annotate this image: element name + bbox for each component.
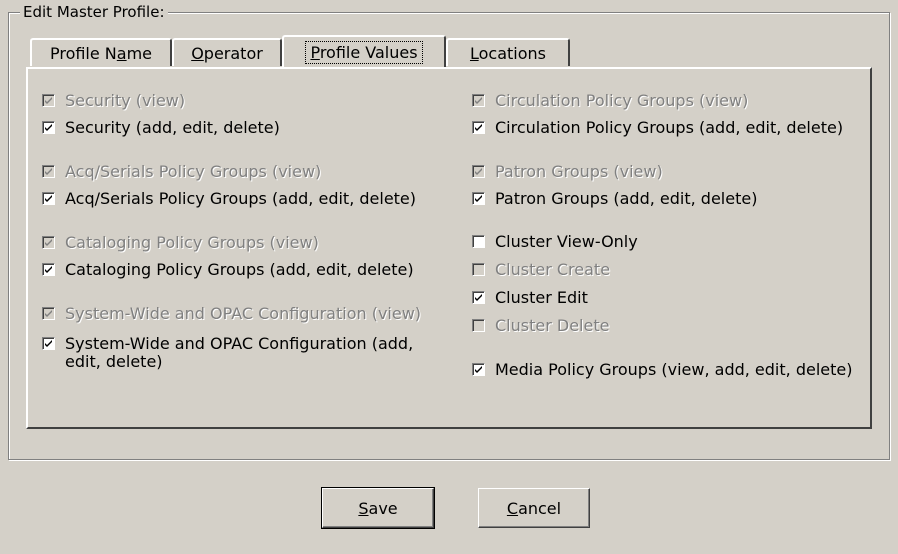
checkbox-cluster-edit[interactable]: Cluster Edit bbox=[472, 289, 588, 307]
checkbox-label: Cluster Delete bbox=[495, 316, 610, 335]
checkbox-security-add-edit-delete[interactable]: Security (add, edit, delete) bbox=[42, 119, 280, 137]
checkbox-label: Media Policy Groups (view, add, edit, de… bbox=[495, 360, 853, 379]
checkbox-patron-groups-view: Patron Groups (view) bbox=[472, 163, 663, 181]
checkbox-label: Circulation Policy Groups (view) bbox=[495, 91, 749, 110]
checkbox-label-line2: edit, delete) bbox=[65, 352, 163, 371]
checkbox-box[interactable] bbox=[42, 337, 55, 350]
checkmark-icon bbox=[475, 124, 482, 131]
checkmark-icon bbox=[475, 168, 482, 175]
checkmark-icon bbox=[45, 310, 52, 317]
checkbox-label: Patron Groups (add, edit, delete) bbox=[495, 189, 758, 208]
checkbox-system-wide-and-opac-configuration-add-edit-delete[interactable]: System-Wide and OPAC Configuration (add,… bbox=[42, 335, 413, 371]
checkbox-box bbox=[42, 94, 55, 107]
checkbox-cluster-delete: Cluster Delete bbox=[472, 317, 609, 335]
checkbox-label: Cluster View-Only bbox=[495, 232, 638, 251]
checkmark-icon bbox=[475, 294, 482, 301]
checkbox-label: Cataloging Policy Groups (add, edit, del… bbox=[65, 260, 414, 279]
checkbox-label: Acq/Serials Policy Groups (view) bbox=[65, 162, 322, 181]
checkbox-label: System-Wide and OPAC Configuration (add,… bbox=[65, 335, 413, 371]
checkbox-circulation-policy-groups-view: Circulation Policy Groups (view) bbox=[472, 92, 748, 110]
save-button[interactable]: Save bbox=[321, 487, 435, 529]
checkbox-cataloging-policy-groups-add-edit-delete[interactable]: Cataloging Policy Groups (add, edit, del… bbox=[42, 261, 414, 279]
tab-locations[interactable]: Locations bbox=[446, 38, 570, 66]
tab-profile-values[interactable]: Profile Values bbox=[282, 35, 446, 67]
checkbox-circulation-policy-groups-add-edit-delete[interactable]: Circulation Policy Groups (add, edit, de… bbox=[472, 119, 843, 137]
checkbox-label: Cluster Create bbox=[495, 260, 611, 279]
checkmark-icon bbox=[45, 97, 52, 104]
checkbox-box[interactable] bbox=[42, 121, 55, 134]
checkmark-icon bbox=[475, 366, 482, 373]
tab-operator[interactable]: Operator bbox=[172, 38, 282, 66]
checkbox-box[interactable] bbox=[472, 291, 485, 304]
checkbox-box[interactable] bbox=[42, 263, 55, 276]
checkbox-label: System-Wide and OPAC Configuration (view… bbox=[65, 304, 422, 323]
tab-operator-label: Operator bbox=[191, 43, 263, 63]
checkbox-box bbox=[42, 165, 55, 178]
checkbox-box bbox=[472, 319, 485, 332]
checkbox-box bbox=[42, 236, 55, 249]
checkbox-cluster-create: Cluster Create bbox=[472, 261, 610, 279]
checkmark-icon bbox=[45, 124, 52, 131]
checkbox-box bbox=[42, 307, 55, 320]
checkbox-security-view: Security (view) bbox=[42, 92, 185, 110]
checkbox-patron-groups-add-edit-delete[interactable]: Patron Groups (add, edit, delete) bbox=[472, 190, 757, 208]
checkbox-label: Cluster Edit bbox=[495, 288, 588, 307]
cancel-button[interactable]: Cancel bbox=[478, 488, 590, 528]
checkbox-box[interactable] bbox=[42, 192, 55, 205]
checkbox-box[interactable] bbox=[472, 235, 485, 248]
checkbox-label: Security (view) bbox=[65, 91, 186, 110]
checkbox-box[interactable] bbox=[472, 121, 485, 134]
checkbox-label: Security (add, edit, delete) bbox=[65, 118, 280, 137]
checkbox-acq-serials-policy-groups-view: Acq/Serials Policy Groups (view) bbox=[42, 163, 321, 181]
checkmark-icon bbox=[45, 266, 52, 273]
checkbox-cataloging-policy-groups-view: Cataloging Policy Groups (view) bbox=[42, 234, 319, 252]
checkbox-box bbox=[472, 94, 485, 107]
checkmark-icon bbox=[45, 195, 52, 202]
checkmark-icon bbox=[45, 239, 52, 246]
group-title: Edit Master Profile: bbox=[20, 3, 168, 21]
checkmark-icon bbox=[45, 340, 52, 347]
tab-profile-values-label: Profile Values bbox=[305, 40, 423, 64]
checkmark-icon bbox=[475, 195, 482, 202]
cancel-button-label: Cancel bbox=[506, 498, 562, 518]
checkbox-box bbox=[472, 165, 485, 178]
checkbox-media-policy-groups-view-add-edit-delete[interactable]: Media Policy Groups (view, add, edit, de… bbox=[472, 361, 852, 379]
checkbox-box[interactable] bbox=[472, 363, 485, 376]
checkbox-label: Circulation Policy Groups (add, edit, de… bbox=[495, 118, 844, 137]
checkbox-box[interactable] bbox=[472, 192, 485, 205]
checkbox-label: Patron Groups (view) bbox=[495, 162, 663, 181]
checkbox-label: Cataloging Policy Groups (view) bbox=[65, 233, 319, 252]
tab-profile-name-label: Profile Name bbox=[49, 43, 153, 63]
tab-locations-label: Locations bbox=[469, 43, 546, 63]
checkmark-icon bbox=[475, 97, 482, 104]
checkbox-box bbox=[472, 263, 485, 276]
checkbox-label-line1: System-Wide and OPAC Configuration (add, bbox=[65, 334, 414, 353]
checkbox-cluster-view-only[interactable]: Cluster View-Only bbox=[472, 233, 638, 251]
checkmark-icon bbox=[45, 168, 52, 175]
checkbox-system-wide-and-opac-configuration-view: System-Wide and OPAC Configuration (view… bbox=[42, 305, 421, 323]
checkbox-acq-serials-policy-groups-add-edit-delete[interactable]: Acq/Serials Policy Groups (add, edit, de… bbox=[42, 190, 416, 208]
tab-profile-name[interactable]: Profile Name bbox=[30, 38, 172, 66]
checkbox-label: Acq/Serials Policy Groups (add, edit, de… bbox=[65, 189, 417, 208]
save-button-label: Save bbox=[358, 498, 398, 518]
